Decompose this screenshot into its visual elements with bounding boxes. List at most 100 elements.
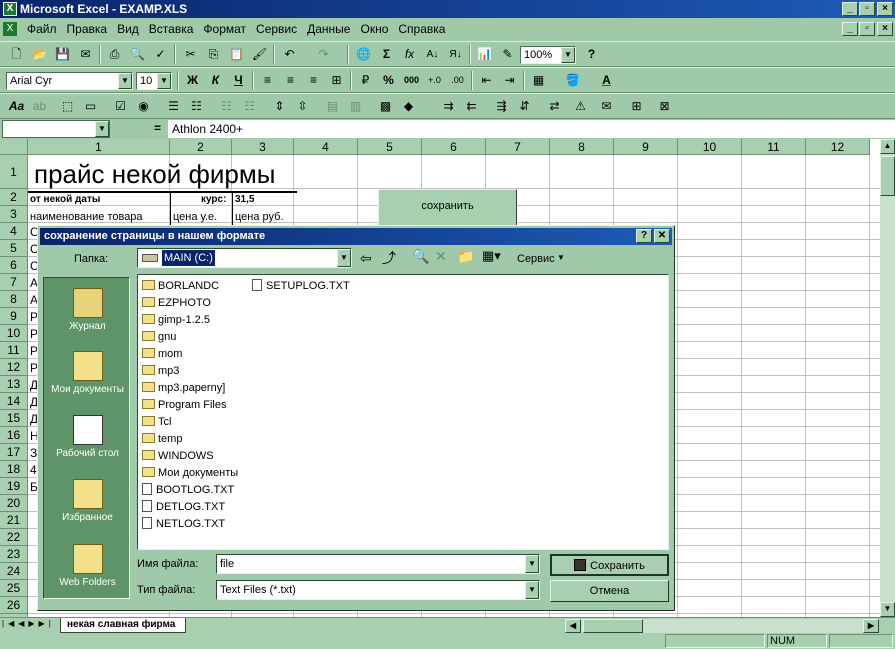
column-header[interactable]: 4: [294, 139, 358, 155]
file-list[interactable]: BORLANDC EZPHOTO gimp-1.2.5 gnu mom mp3 mp3.pa…: [137, 274, 669, 550]
help-icon[interactable]: ?: [581, 45, 602, 64]
underline-button[interactable]: Ч: [228, 71, 249, 90]
borders-icon[interactable]: ▦: [528, 71, 549, 90]
clear-circles-icon[interactable]: ⊠: [654, 97, 675, 116]
row-header[interactable]: 5: [0, 240, 28, 257]
doc-close-button[interactable]: ×: [877, 22, 893, 36]
edit-code-icon[interactable]: ▥: [345, 97, 366, 116]
folder-item[interactable]: Мои документы: [142, 466, 238, 480]
restore-button[interactable]: ▫: [859, 2, 875, 16]
checkbox-tool-icon[interactable]: ☑: [110, 97, 131, 116]
service-menu[interactable]: Сервис: [517, 253, 555, 265]
file-item[interactable]: NETLOG.TXT: [142, 517, 225, 531]
circle-invalid-icon[interactable]: ⊞: [626, 97, 647, 116]
zoom-combo[interactable]: 100% ▼: [520, 46, 576, 64]
increase-indent-icon[interactable]: ⇥: [499, 71, 520, 90]
option-tool-icon[interactable]: ◉: [133, 97, 154, 116]
label-tool-icon[interactable]: Aa: [6, 97, 27, 116]
filename-input[interactable]: file ▼: [216, 554, 540, 574]
sort-asc-icon[interactable]: A↓: [422, 45, 443, 64]
merge-center-icon[interactable]: ⊞: [326, 71, 347, 90]
hyperlink-icon[interactable]: 🌐: [353, 45, 374, 64]
new-comment-icon[interactable]: ✉: [596, 97, 617, 116]
folder-item[interactable]: BORLANDC: [142, 279, 219, 293]
chevron-down-icon[interactable]: ▼: [118, 73, 132, 89]
remove-arrows-icon[interactable]: ⇶: [491, 97, 512, 116]
new-folder-icon[interactable]: 📁: [457, 248, 474, 265]
workbook-icon[interactable]: X: [3, 22, 17, 36]
mail-icon[interactable]: ✉: [75, 45, 96, 64]
drawing-icon[interactable]: ✎: [497, 45, 518, 64]
redo-icon[interactable]: ↷: [313, 45, 334, 64]
row-header[interactable]: 1: [0, 155, 28, 189]
folder-item[interactable]: gnu: [142, 330, 176, 344]
column-header[interactable]: 9: [614, 139, 678, 155]
control-properties-icon[interactable]: ▤: [322, 97, 343, 116]
column-header[interactable]: 1: [28, 139, 170, 155]
row-header[interactable]: 7: [0, 274, 28, 291]
spinner-tool-icon[interactable]: ⇳: [292, 97, 313, 116]
trace-precedents-icon[interactable]: ⇉: [438, 97, 459, 116]
fill-color-icon[interactable]: 🪣: [562, 71, 583, 90]
hscroll-thumb[interactable]: [583, 619, 643, 633]
folder-item[interactable]: mp3.paperny]: [142, 381, 225, 395]
chevron-down-icon[interactable]: ▼: [557, 253, 565, 262]
place-history[interactable]: Журнал: [44, 288, 131, 332]
row-header[interactable]: 3: [0, 206, 28, 223]
column-header[interactable]: 6: [422, 139, 486, 155]
dialog-close-button[interactable]: ✕: [654, 229, 670, 243]
save-selection-button[interactable]: сохранить: [378, 189, 517, 227]
column-header[interactable]: 11: [742, 139, 806, 155]
menu-window[interactable]: Окно: [355, 18, 393, 40]
scroll-left-icon[interactable]: ◀: [565, 619, 581, 633]
editbox-tool-icon[interactable]: ab: [29, 97, 50, 116]
column-header[interactable]: 7: [486, 139, 550, 155]
folder-item[interactable]: Tcl: [142, 415, 171, 429]
row-header[interactable]: 8: [0, 291, 28, 308]
button-tool-icon[interactable]: ▭: [80, 97, 101, 116]
formula-input[interactable]: Athlon 2400+: [168, 120, 895, 138]
undo-icon[interactable]: ↶: [279, 45, 300, 64]
folder-item[interactable]: temp: [142, 432, 182, 446]
cut-icon[interactable]: ✂: [180, 45, 201, 64]
search-web-icon[interactable]: 🔍: [412, 248, 429, 265]
column-header[interactable]: 3: [232, 139, 294, 155]
row-header[interactable]: 17: [0, 444, 28, 461]
align-right-icon[interactable]: ≡: [303, 71, 324, 90]
chevron-down-icon[interactable]: ▼: [525, 581, 539, 599]
select-all-corner[interactable]: [0, 139, 28, 155]
row-header[interactable]: 15: [0, 410, 28, 427]
delete-icon[interactable]: ✕: [435, 248, 447, 265]
italic-button[interactable]: К: [205, 71, 226, 90]
menu-help[interactable]: Справка: [393, 18, 450, 40]
scroll-thumb[interactable]: [880, 156, 895, 196]
row-header[interactable]: 21: [0, 512, 28, 529]
chevron-down-icon[interactable]: ▼: [525, 555, 539, 573]
row-header[interactable]: 20: [0, 495, 28, 512]
row-header[interactable]: 23: [0, 546, 28, 563]
chevron-down-icon[interactable]: ▼: [561, 47, 575, 63]
folder-combo[interactable]: MAIN (C:) ▼: [137, 248, 352, 268]
listbox-tool-icon[interactable]: ☰: [163, 97, 184, 116]
cancel-button[interactable]: Отмена: [550, 580, 669, 602]
paste-icon[interactable]: 📋: [226, 45, 247, 64]
row-header[interactable]: 12: [0, 359, 28, 376]
scroll-up-icon[interactable]: ▲: [880, 139, 895, 154]
column-header[interactable]: 5: [358, 139, 422, 155]
combo-drop-tool-icon[interactable]: ☷: [239, 97, 260, 116]
align-center-icon[interactable]: ≡: [280, 71, 301, 90]
preview-icon[interactable]: 🔍: [127, 45, 148, 64]
combo-list-tool-icon[interactable]: ☷: [216, 97, 237, 116]
format-painter-icon[interactable]: 🖌: [249, 45, 270, 64]
function-icon[interactable]: fx: [399, 45, 420, 64]
doc-minimize-button[interactable]: _: [842, 22, 858, 36]
folder-item[interactable]: gimp-1.2.5: [142, 313, 210, 327]
menu-tools[interactable]: Сервис: [251, 18, 302, 40]
scroll-down-icon[interactable]: ▼: [880, 602, 895, 617]
percent-button[interactable]: %: [378, 71, 399, 90]
tab-nav-icon[interactable]: |◀◀▶▶|: [2, 619, 55, 628]
place-desktop[interactable]: Рабочий стол: [44, 415, 131, 459]
horizontal-scrollbar[interactable]: ◀ ▶: [565, 619, 879, 633]
row-header[interactable]: 26: [0, 597, 28, 614]
decrease-indent-icon[interactable]: ⇤: [476, 71, 497, 90]
